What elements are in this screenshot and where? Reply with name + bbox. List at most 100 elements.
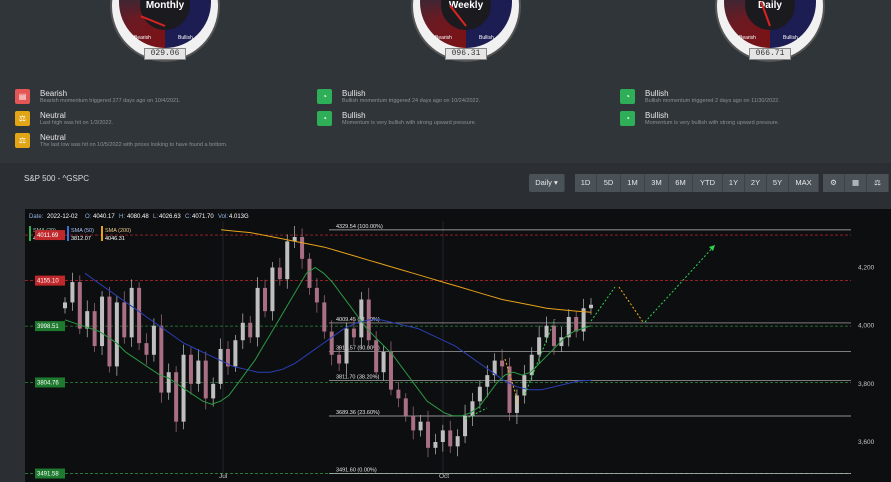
candle-body: [100, 296, 105, 347]
range-5y[interactable]: 5Y: [767, 174, 789, 192]
candle-body: [440, 430, 445, 443]
range-ytd[interactable]: YTD: [693, 174, 723, 192]
ohlc-open: 4040.17: [93, 214, 115, 220]
candle-body: [344, 328, 349, 364]
candle-body: [218, 348, 223, 384]
candle-body: [470, 401, 475, 416]
candle-body: [544, 325, 549, 338]
candle-body: [485, 375, 490, 387]
interval-label: Daily: [535, 178, 552, 187]
candle-body: [285, 241, 290, 280]
candle-body: [314, 287, 319, 303]
candle-body: [448, 430, 453, 447]
candle-body: [477, 386, 482, 402]
gauge-bullish-label: Bullish: [178, 35, 193, 41]
x-tick-label: Oct: [439, 473, 449, 480]
candle-body: [233, 340, 238, 367]
signal-name: Bullish: [342, 89, 366, 98]
signal-name: Neutral: [40, 111, 66, 120]
ohlc-c-label: C:: [185, 214, 191, 220]
signal-desc: Momentum is very bullish with strong upw…: [645, 120, 780, 126]
interval-dropdown[interactable]: Daily ▾: [529, 174, 565, 192]
range-max[interactable]: MAX: [789, 174, 819, 192]
signal-desc: Bullish momentum triggered 24 days ago o…: [342, 98, 481, 104]
scale-icon: ⚖: [15, 133, 30, 148]
ohlc-header: Date: 2022-12-02 O: 4040.17 H: 4080.48 L…: [29, 214, 249, 220]
signal-daily-momentum: ◔ Bullish Bullish momentum triggered 2 d…: [620, 89, 882, 106]
candle-body: [574, 316, 579, 332]
speedometer-icon: ◔: [620, 89, 635, 104]
candle-body: [166, 372, 171, 393]
candle-body: [196, 360, 201, 384]
indicators-icon[interactable]: ⚙: [823, 174, 845, 192]
candle-body: [388, 351, 393, 390]
price-tag-text: 3998.51: [37, 324, 59, 330]
sma50-swatch: [67, 226, 69, 241]
gauge-value: 066.71: [749, 48, 791, 60]
gauge-daily: Daily Bearish Bullish 066.71: [715, 0, 825, 65]
range-1d[interactable]: 1D: [575, 174, 597, 192]
price-chart[interactable]: 4329.54 (100.00%) 4009.45 (61.80%) 3910.57…: [25, 209, 891, 482]
x-tick-label: Jul: [219, 473, 228, 480]
signal-name: Bullish: [645, 89, 669, 98]
candle-body: [174, 372, 179, 422]
price-tag-text: 3804.76: [37, 380, 59, 386]
candle-body: [418, 421, 423, 431]
price-tag-text: 4155.10: [37, 279, 59, 285]
range-5d[interactable]: 5D: [597, 174, 621, 192]
candle-body: [396, 389, 401, 399]
signal-desc: Bearish momentum triggered 277 days ago …: [40, 98, 181, 104]
candle-body: [122, 302, 127, 338]
candle-body: [381, 351, 386, 373]
signal-weekly-pressure: ◔ Bullish Momentum is very bullish with …: [317, 111, 597, 128]
range-1y[interactable]: 1Y: [723, 174, 745, 192]
candle-body: [455, 436, 460, 447]
candle-body: [151, 325, 156, 355]
ohlc-date: 2022-12-02: [47, 214, 78, 220]
candle-body: [248, 322, 253, 338]
candle-body: [500, 360, 505, 367]
signal-daily-pressure: ◔ Bullish Momentum is very bullish with …: [620, 111, 882, 128]
candle-body: [92, 311, 97, 347]
range-1m[interactable]: 1M: [621, 174, 645, 192]
range-6m[interactable]: 6M: [669, 174, 693, 192]
candle-body: [337, 354, 342, 364]
signal-monthly-high: ⚖ Neutral Last high was hit on 1/3/2022.: [15, 111, 300, 128]
signal-name: Bearish: [40, 89, 68, 98]
sma200-value: 4046.31: [105, 236, 125, 242]
candle-body: [85, 311, 90, 329]
price-tags: 4011.69 4155.10 3998.51 3804.76 3491.58: [35, 230, 65, 479]
candle-body: [159, 325, 164, 393]
candle-body: [137, 287, 142, 344]
y-tick-label: 3,800: [858, 381, 875, 388]
sma20-swatch: [29, 226, 31, 241]
candle-body: [77, 282, 82, 329]
gauge-bearish-label: Bearish: [134, 35, 151, 41]
ohlc-high: 4080.48: [127, 214, 149, 220]
range-2y[interactable]: 2Y: [745, 174, 767, 192]
candle-body: [144, 343, 149, 355]
ohlc-low: 4026.63: [159, 214, 181, 220]
gauge-weekly: Weekly Bearish Bullish 096.31: [411, 0, 521, 65]
price-chart-svg: 4329.54 (100.00%)4009.45 (61.80%)3910.57…: [25, 214, 875, 480]
sma200-swatch: [101, 226, 103, 241]
candle-body: [211, 383, 216, 399]
speedometer-icon: ◔: [620, 111, 635, 126]
balance-icon[interactable]: ⚖: [867, 174, 889, 192]
sma20-line: [64, 266, 592, 417]
sma200-label: SMA (200): [105, 228, 131, 234]
speedometer-icon: ◔: [317, 111, 332, 126]
scale-icon: ⚖: [15, 111, 30, 126]
calculator-icon[interactable]: ▦: [845, 174, 867, 192]
signal-desc: Momentum is very bullish with strong upw…: [342, 120, 477, 126]
signal-name: Bullish: [342, 111, 366, 120]
signal-summary: Monthly Bearish Bullish 029.06 Weekly Be…: [0, 0, 891, 163]
candle-body: [411, 415, 416, 431]
ohlc-l-label: L:: [153, 214, 158, 220]
candle-body: [114, 302, 119, 367]
candle-body: [329, 331, 334, 355]
y-tick-label: 4,200: [858, 265, 875, 272]
range-3m[interactable]: 3M: [645, 174, 669, 192]
signal-name: Neutral: [40, 133, 66, 142]
signal-weekly-momentum: ◔ Bullish Bullish momentum triggered 24 …: [317, 89, 597, 106]
